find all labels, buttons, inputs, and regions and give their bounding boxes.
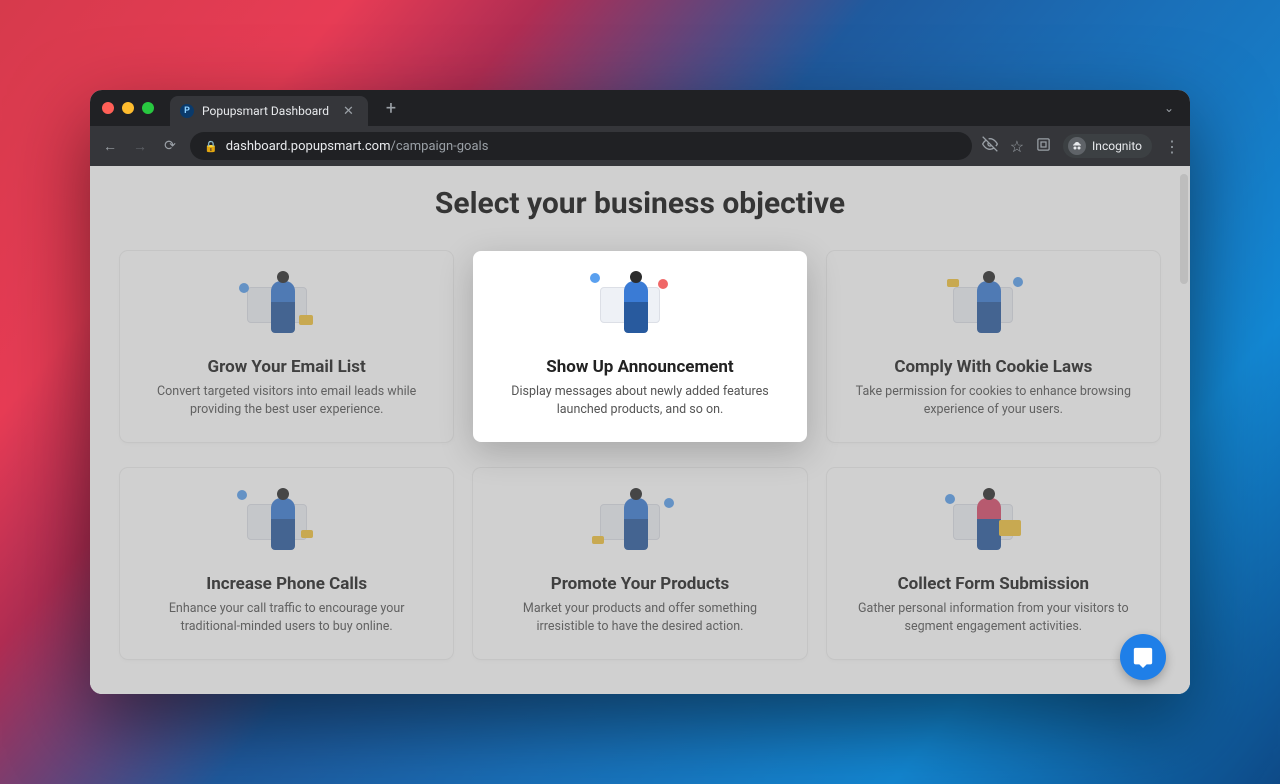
tab-bar: P Popupsmart Dashboard ✕ + ⌄: [90, 90, 1190, 126]
objective-card[interactable]: Collect Form Submission Gather personal i…: [827, 468, 1160, 659]
maximize-window-button[interactable]: [142, 102, 154, 114]
browser-toolbar: ← → ⟳ 🔒 dashboard.popupsmart.com/campaig…: [90, 126, 1190, 166]
chat-widget-button[interactable]: [1120, 634, 1166, 680]
url-path: /campaign-goals: [391, 139, 489, 154]
incognito-badge[interactable]: Incognito: [1063, 134, 1152, 158]
close-tab-icon[interactable]: ✕: [343, 104, 354, 119]
close-window-button[interactable]: [102, 102, 114, 114]
objective-title: Increase Phone Calls: [206, 574, 367, 594]
objective-illustration: [590, 490, 690, 560]
tab-favicon: P: [180, 104, 194, 118]
objective-illustration: [943, 273, 1043, 343]
tab-title: Popupsmart Dashboard: [202, 104, 329, 118]
objective-card[interactable]: Increase Phone Calls Enhance your call tr…: [120, 468, 453, 659]
objective-illustration: [590, 273, 690, 343]
objective-card[interactable]: Grow Your Email List Convert targeted vis…: [120, 251, 453, 442]
extensions-icon[interactable]: [1036, 137, 1051, 156]
back-button[interactable]: ←: [100, 138, 120, 155]
objective-card[interactable]: Show Up Announcement Display messages abo…: [473, 251, 806, 442]
objective-illustration: [943, 490, 1043, 560]
desktop-background: P Popupsmart Dashboard ✕ + ⌄ ← → ⟳ 🔒 das…: [0, 0, 1280, 784]
objective-card[interactable]: Promote Your Products Market your product…: [473, 468, 806, 659]
window-controls: [102, 102, 154, 114]
objective-title: Show Up Announcement: [546, 357, 733, 377]
browser-tab[interactable]: P Popupsmart Dashboard ✕: [170, 96, 368, 126]
lock-icon: 🔒: [204, 140, 218, 153]
toolbar-right: ☆ Incognito ⋮: [982, 134, 1180, 158]
new-tab-button[interactable]: +: [386, 98, 396, 119]
forward-button: →: [130, 138, 150, 155]
objective-cards-grid: Grow Your Email List Convert targeted vis…: [120, 251, 1160, 659]
objective-description: Display messages about newly added featu…: [497, 383, 782, 418]
objective-title: Grow Your Email List: [208, 357, 366, 377]
reload-button[interactable]: ⟳: [160, 138, 180, 154]
objective-title: Promote Your Products: [551, 574, 730, 594]
objective-description: Take permission for cookies to enhance b…: [851, 383, 1136, 418]
tabs-dropdown-icon[interactable]: ⌄: [1164, 101, 1174, 115]
address-bar[interactable]: 🔒 dashboard.popupsmart.com/campaign-goal…: [190, 132, 972, 160]
bookmark-star-icon[interactable]: ☆: [1010, 137, 1024, 156]
objective-illustration: [237, 490, 337, 560]
objective-title: Comply With Cookie Laws: [894, 357, 1092, 377]
browser-menu-icon[interactable]: ⋮: [1164, 137, 1180, 156]
minimize-window-button[interactable]: [122, 102, 134, 114]
incognito-icon: [1068, 137, 1086, 155]
objective-description: Convert targeted visitors into email lea…: [144, 383, 429, 418]
eye-off-icon[interactable]: [982, 136, 998, 156]
objective-description: Gather personal information from your vi…: [851, 600, 1136, 635]
browser-window: P Popupsmart Dashboard ✕ + ⌄ ← → ⟳ 🔒 das…: [90, 90, 1190, 694]
objective-title: Collect Form Submission: [898, 574, 1090, 594]
objective-illustration: [237, 273, 337, 343]
page-title: Select your business objective: [120, 186, 1160, 221]
url-domain: dashboard.popupsmart.com: [226, 139, 391, 154]
objective-card[interactable]: Comply With Cookie Laws Take permission f…: [827, 251, 1160, 442]
page-content: Select your business objective Grow Your…: [90, 166, 1190, 694]
objective-description: Market your products and offer something…: [497, 600, 782, 635]
scrollbar-thumb[interactable]: [1180, 174, 1188, 284]
objective-description: Enhance your call traffic to encourage y…: [144, 600, 429, 635]
incognito-label: Incognito: [1092, 139, 1142, 153]
